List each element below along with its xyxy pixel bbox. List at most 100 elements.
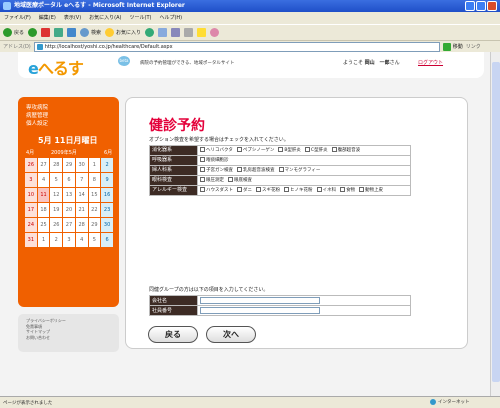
option-checkbox[interactable]: マンモグラフィー [278, 167, 320, 173]
checkbox-box[interactable] [278, 147, 284, 152]
calendar-day[interactable]: 17 [24, 202, 38, 218]
company-input[interactable] [200, 297, 320, 304]
search-button[interactable]: 検索 [80, 28, 101, 37]
option-checkbox[interactable]: ペプシノーゲン [236, 147, 274, 153]
calendar-day[interactable]: 2 [49, 232, 64, 248]
checkbox-box[interactable] [256, 187, 261, 192]
checkbox-box[interactable] [331, 147, 337, 152]
menu-view[interactable]: 表示(V) [64, 12, 81, 24]
option-checkbox[interactable]: 喀痰細胞診 [200, 157, 229, 163]
calendar-day[interactable]: 2 [100, 157, 114, 173]
menu-edit[interactable]: 編集(E) [39, 12, 56, 24]
minimize-button[interactable] [465, 1, 475, 11]
calendar-day[interactable]: 21 [74, 202, 89, 218]
option-checkbox[interactable]: ヒノキ花粉 [284, 187, 313, 193]
calendar-day[interactable]: 3 [62, 232, 76, 248]
calendar-day[interactable]: 3 [24, 172, 38, 188]
calendar-day[interactable]: 6 [100, 232, 114, 248]
sidebar-item-history[interactable]: 病歴管理 [26, 112, 48, 120]
checkbox-box[interactable] [236, 147, 242, 152]
calendar-day[interactable]: 28 [74, 217, 89, 233]
calendar-day[interactable]: 9 [100, 172, 114, 188]
calendar-day[interactable]: 27 [36, 157, 51, 173]
checkbox-box[interactable] [316, 187, 322, 192]
calendar-day[interactable]: 4 [36, 172, 51, 188]
links-button[interactable]: リンク [466, 43, 481, 50]
print-icon[interactable] [171, 28, 181, 37]
calendar-day[interactable]: 18 [36, 202, 51, 218]
option-checkbox[interactable]: 眼圧測定 [200, 177, 224, 183]
calendar-day[interactable]: 5 [49, 172, 64, 188]
calendar-day[interactable]: 28 [49, 157, 64, 173]
checkbox-box[interactable] [200, 157, 205, 162]
calendar-day[interactable]: 16 [100, 187, 114, 203]
calendar-day[interactable]: 22 [87, 202, 102, 218]
calendar-day[interactable]: 14 [74, 187, 89, 203]
checkbox-box[interactable] [200, 147, 205, 152]
checkbox-box[interactable] [200, 187, 205, 192]
calendar-day[interactable]: 15 [87, 187, 102, 203]
scrollbar[interactable] [490, 52, 500, 396]
checkbox-box[interactable] [340, 187, 345, 192]
maximize-button[interactable] [476, 1, 486, 11]
edit-icon[interactable] [184, 28, 194, 37]
calendar-day[interactable]: 23 [100, 202, 114, 218]
folder-icon[interactable] [197, 28, 207, 37]
calendar-day[interactable]: 26 [49, 217, 64, 233]
calendar-day[interactable]: 30 [74, 157, 89, 173]
checkbox-box[interactable] [304, 147, 310, 152]
site-logo[interactable]: eへるす [28, 55, 84, 79]
option-checkbox[interactable]: 子宮ガン検査 [200, 167, 233, 173]
calendar-day[interactable]: 4 [74, 232, 89, 248]
checkbox-box[interactable] [200, 177, 205, 182]
calendar-day[interactable]: 1 [36, 232, 51, 248]
checkbox-box[interactable] [200, 167, 205, 172]
calendar-next-link[interactable]: 6月 [104, 149, 112, 156]
home-icon[interactable] [67, 28, 77, 37]
calendar-day[interactable]: 1 [87, 157, 102, 173]
option-checkbox[interactable]: ハウスダスト [200, 187, 233, 193]
messenger-icon[interactable] [210, 28, 220, 37]
sidebar-item-hospital[interactable]: 専攻病院 [26, 104, 48, 112]
calendar-prev-link[interactable]: 4月 [26, 149, 34, 156]
option-checkbox[interactable]: 乳房超音波検査 [237, 167, 275, 173]
option-checkbox[interactable]: 食物 [340, 187, 355, 193]
calendar-day[interactable]: 31 [24, 232, 38, 248]
calendar-day[interactable]: 29 [62, 157, 76, 173]
calendar-day[interactable]: 30 [100, 217, 114, 233]
refresh-icon[interactable] [54, 28, 64, 37]
calendar-day[interactable]: 7 [74, 172, 89, 188]
menu-help[interactable]: ヘルプ(H) [159, 12, 182, 24]
calendar-day[interactable]: 19 [49, 202, 64, 218]
calendar-day[interactable]: 13 [62, 187, 76, 203]
option-checkbox[interactable]: ヘリコバクタ [200, 147, 233, 153]
checkbox-box[interactable] [228, 177, 233, 182]
logout-link[interactable]: ログアウト [418, 59, 443, 66]
calendar-day[interactable]: 8 [87, 172, 102, 188]
close-button[interactable] [487, 1, 497, 11]
calendar-day[interactable]: 5 [87, 232, 102, 248]
back-button[interactable]: 戻る [3, 28, 24, 37]
checkbox-box[interactable] [278, 167, 284, 172]
menu-favorites[interactable]: お気に入り(A) [89, 12, 121, 24]
history-icon[interactable] [145, 28, 155, 37]
option-checkbox[interactable]: 腹部超音波 [331, 147, 360, 153]
sidebar-item-settings[interactable]: 個人設定 [26, 120, 48, 128]
checkbox-box[interactable] [284, 187, 289, 192]
menu-tools[interactable]: ツール(T) [130, 12, 152, 24]
calendar-day[interactable]: 12 [49, 187, 64, 203]
calendar-day[interactable]: 27 [62, 217, 76, 233]
checkbox-box[interactable] [359, 187, 364, 192]
next-button[interactable]: 次へ [206, 326, 256, 343]
calendar-day[interactable]: 11 [36, 187, 51, 203]
option-checkbox[interactable]: 眼底検査 [228, 177, 252, 183]
forward-arrow-icon[interactable] [28, 28, 38, 37]
option-checkbox[interactable]: イネ科 [316, 187, 336, 193]
back-form-button[interactable]: 戻る [148, 326, 198, 343]
address-input[interactable]: http://localhost/yoshi.co.jp/healthcare/… [33, 41, 440, 52]
scrollbar-thumb[interactable] [492, 62, 500, 382]
checkbox-box[interactable] [237, 187, 242, 192]
go-button[interactable]: 移動 [442, 42, 463, 51]
option-checkbox[interactable]: ダニ [237, 187, 252, 193]
mail-icon[interactable] [158, 28, 168, 37]
